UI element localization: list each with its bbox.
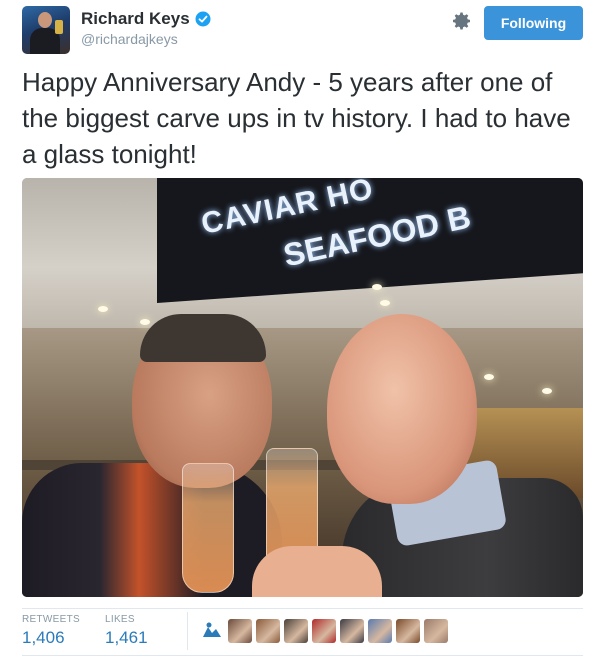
liker-avatar[interactable] <box>228 619 252 643</box>
tweet-photo[interactable]: CAVIAR HO SEAFOOD B <box>22 178 583 597</box>
divider <box>22 655 583 656</box>
liker-avatar[interactable] <box>396 619 420 643</box>
verified-badge-icon <box>195 11 211 27</box>
liker-avatar[interactable] <box>200 619 224 643</box>
liker-avatar[interactable] <box>424 619 448 643</box>
retweets-stat[interactable]: RETWEETS 1,406 <box>22 614 80 648</box>
liker-avatars <box>200 619 448 643</box>
liker-avatar[interactable] <box>312 619 336 643</box>
stats-separator <box>187 612 188 650</box>
liker-avatar[interactable] <box>340 619 364 643</box>
likes-count[interactable]: 1,461 <box>105 628 148 648</box>
name-row: Richard Keys <box>81 9 211 29</box>
divider <box>22 608 583 609</box>
liker-avatar[interactable] <box>368 619 392 643</box>
liker-avatar[interactable] <box>284 619 308 643</box>
avatar[interactable] <box>22 6 70 54</box>
gear-icon[interactable] <box>452 11 472 31</box>
likes-stat[interactable]: LIKES 1,461 <box>105 614 148 648</box>
tweet-header: Richard Keys @richardajkeys Following <box>22 6 583 54</box>
retweets-count[interactable]: 1,406 <box>22 628 80 648</box>
user-handle[interactable]: @richardajkeys <box>81 31 178 47</box>
following-button[interactable]: Following <box>484 6 583 40</box>
tweet-text: Happy Anniversary Andy - 5 years after o… <box>22 67 571 169</box>
display-name[interactable]: Richard Keys <box>81 9 190 29</box>
likes-label: LIKES <box>105 614 135 625</box>
liker-avatar[interactable] <box>256 619 280 643</box>
retweets-label: RETWEETS <box>22 614 80 625</box>
